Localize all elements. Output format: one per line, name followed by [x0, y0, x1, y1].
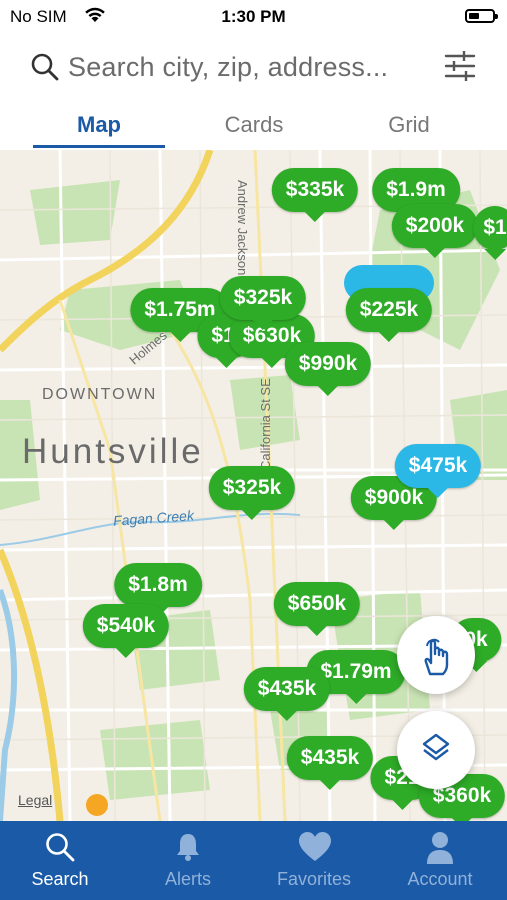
price-pin-selected[interactable]: $475k: [394, 444, 482, 498]
bell-icon: [177, 834, 199, 861]
clock-label: 1:30 PM: [221, 7, 286, 26]
price-pin[interactable]: $1: [473, 206, 507, 260]
price-pin[interactable]: $540k: [82, 604, 170, 658]
map-label-city: Huntsville: [22, 432, 204, 471]
person-icon: [427, 832, 453, 864]
nav-item-search[interactable]: Search: [0, 821, 120, 900]
view-tabs: Map Cards Grid: [0, 100, 507, 151]
price-pin[interactable]: $225k: [345, 288, 433, 342]
map-label-street: California St SE: [258, 378, 273, 470]
nav-label: Search: [31, 869, 89, 889]
nav-label: Account: [407, 869, 473, 889]
nav-label: Favorites: [276, 869, 352, 889]
price-pin[interactable]: $335k: [271, 168, 359, 222]
price-pin[interactable]: $650k: [273, 582, 361, 636]
nav-item-alerts[interactable]: Alerts: [128, 821, 248, 900]
price-pin[interactable]: $325k: [219, 276, 307, 330]
map-layers-button[interactable]: [397, 711, 475, 789]
tab-map[interactable]: Map: [33, 112, 165, 138]
draw-search-button[interactable]: [397, 616, 475, 694]
price-pin[interactable]: $1.8m: [114, 563, 202, 617]
heart-icon: [299, 832, 331, 861]
search-input[interactable]: Search city, zip, address...: [68, 52, 388, 83]
search-bar[interactable]: Search city, zip, address...: [0, 34, 507, 100]
map-view[interactable]: DOWNTOWN Huntsville Fagan Creek Andrew J…: [0, 150, 507, 821]
filter-sliders-icon[interactable]: [442, 48, 478, 89]
search-icon: [46, 833, 75, 862]
tab-cards[interactable]: Cards: [188, 112, 320, 138]
bottom-tab-bar: Search Alerts Favorites Account: [0, 821, 507, 900]
status-bar: No SIM 1:30 PM: [0, 0, 507, 34]
map-label-downtown: DOWNTOWN: [42, 386, 158, 403]
price-pin[interactable]: $990k: [284, 342, 372, 396]
tab-grid[interactable]: Grid: [343, 112, 475, 138]
search-icon: [30, 52, 60, 87]
battery-icon: [465, 9, 498, 23]
price-pin[interactable]: $325k: [208, 466, 296, 520]
nav-label: Alerts: [164, 869, 211, 889]
legal-link[interactable]: Legal: [18, 792, 52, 808]
nav-item-account[interactable]: Account: [380, 821, 500, 900]
price-pin[interactable]: $435k: [286, 736, 374, 790]
nav-item-favorites[interactable]: Favorites: [254, 821, 374, 900]
active-tab-indicator: [33, 145, 165, 148]
price-pin[interactable]: $200k: [391, 204, 479, 258]
price-pin[interactable]: $435k: [243, 667, 331, 721]
